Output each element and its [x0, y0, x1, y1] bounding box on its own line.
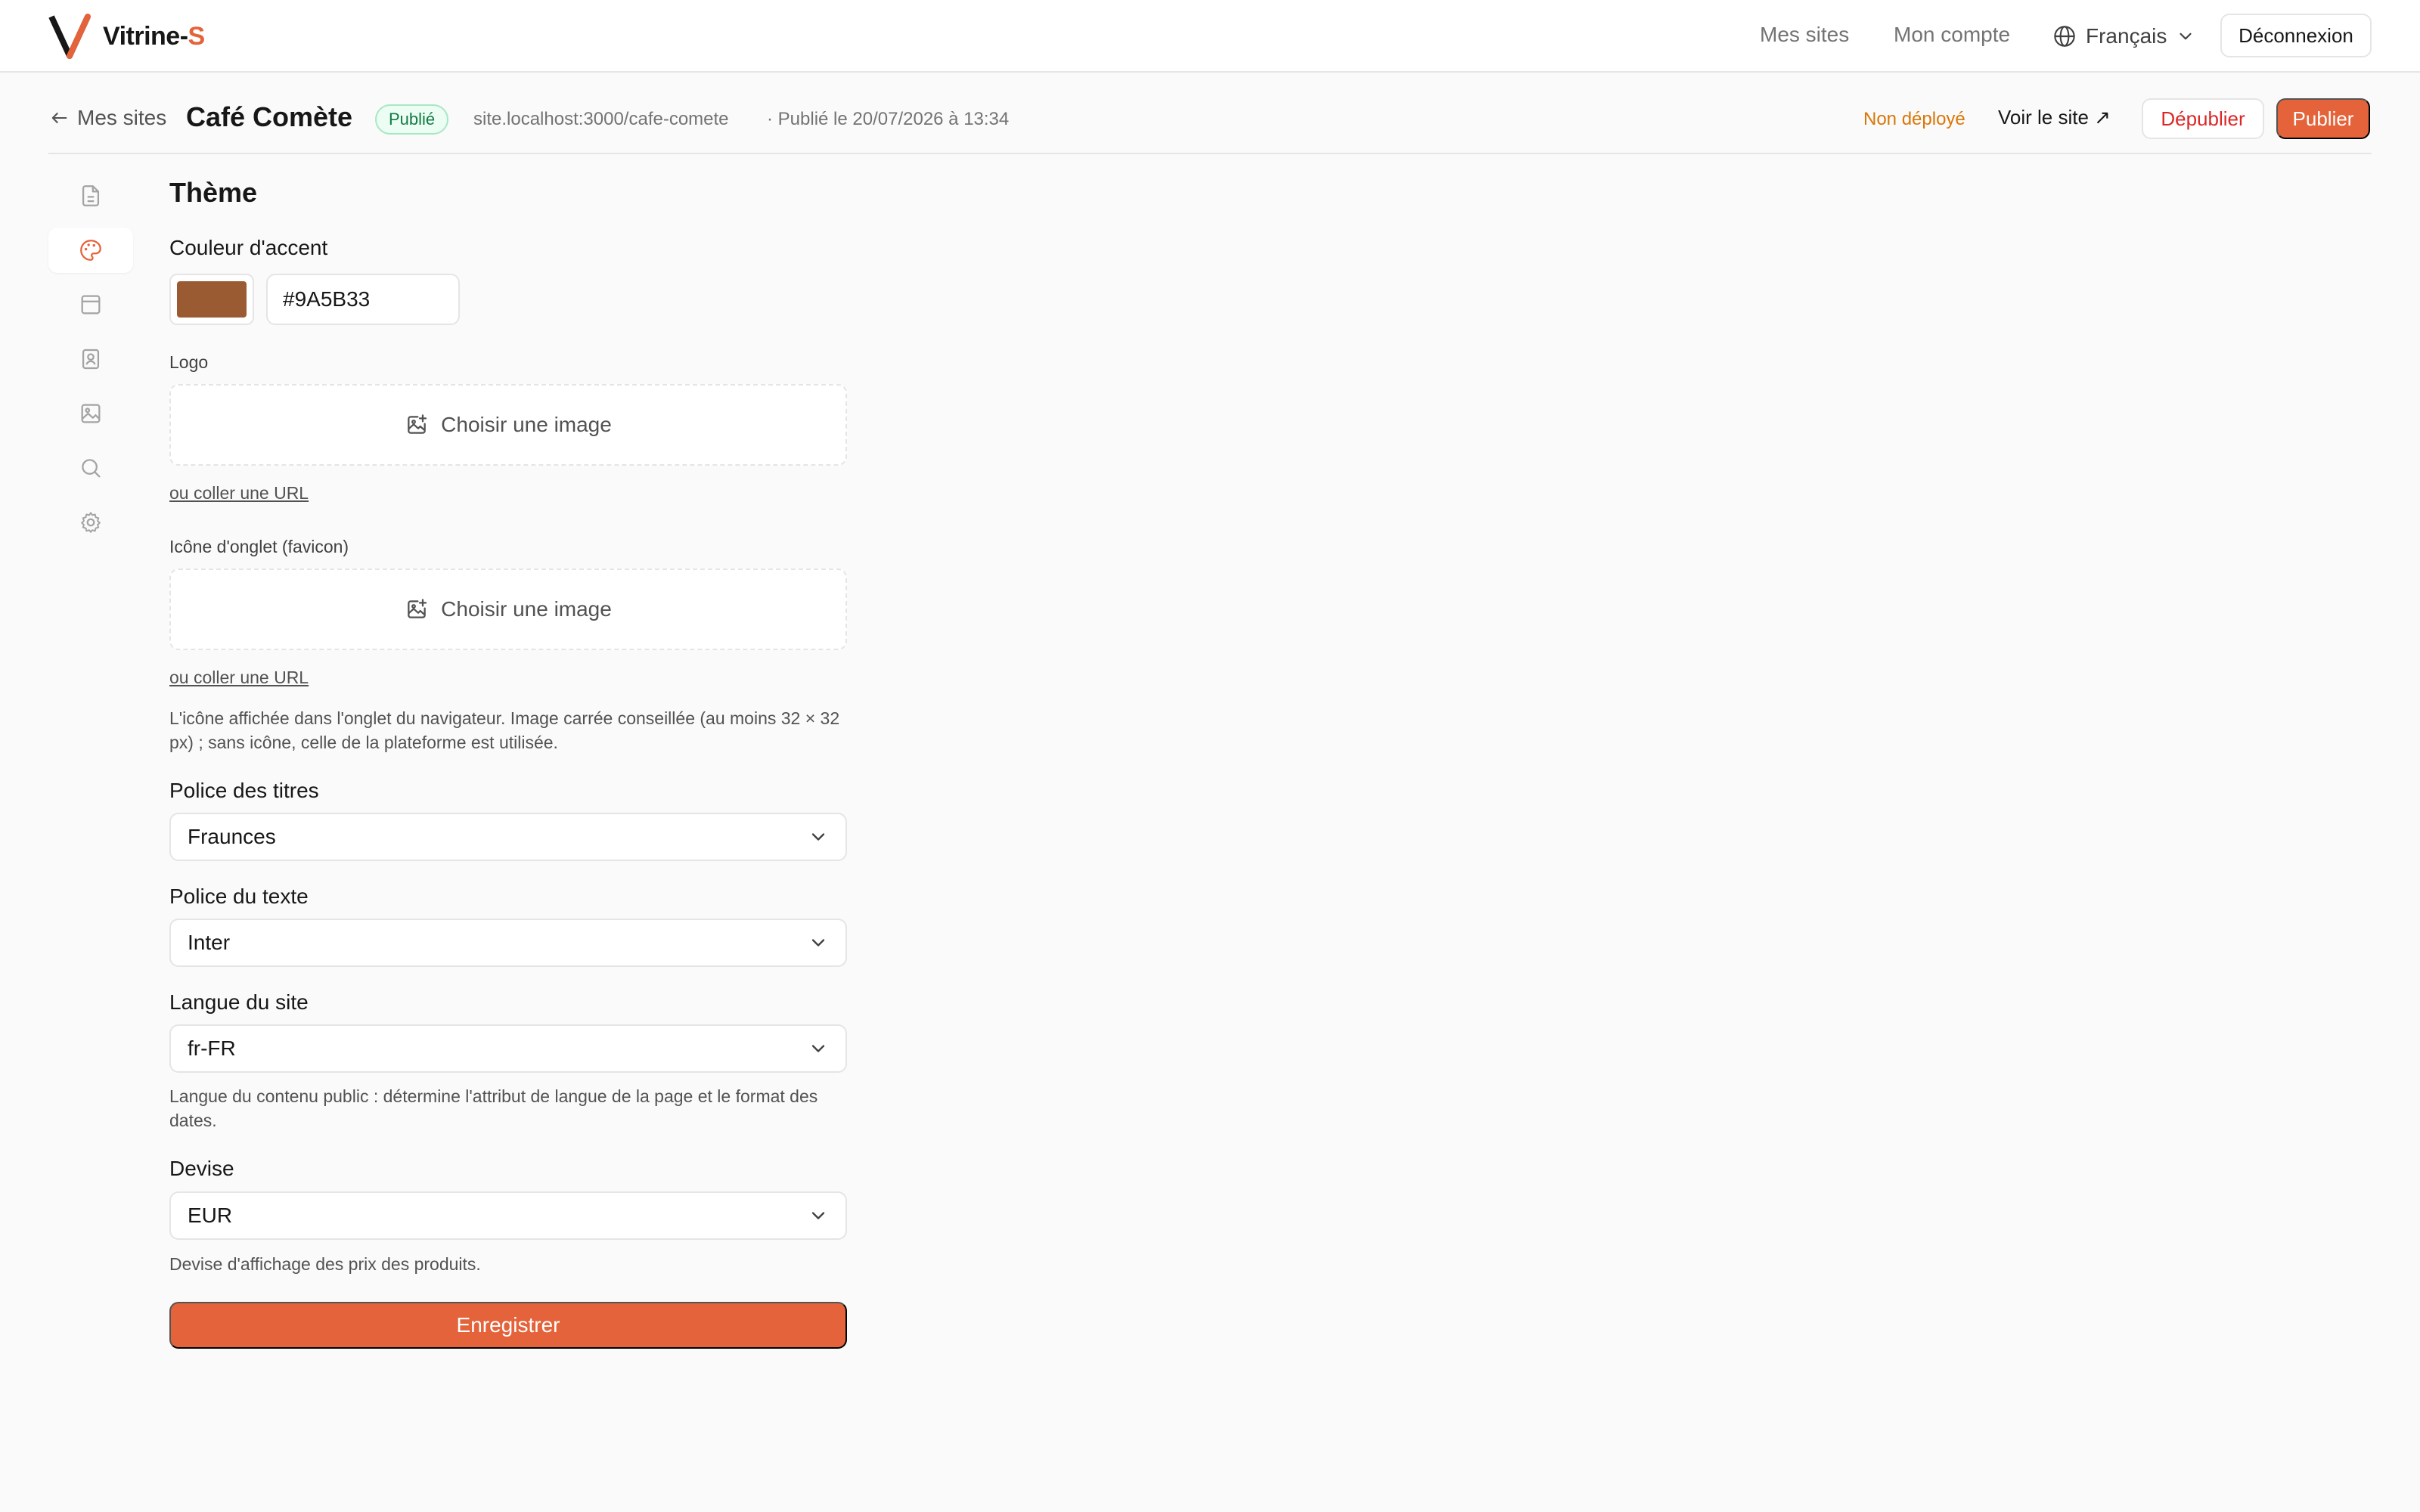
logout-button[interactable]: Déconnexion — [2220, 14, 2372, 57]
currency-label: Devise — [169, 1157, 234, 1180]
site-language-help-text: Langue du contenu public : détermine l'a… — [169, 1086, 818, 1130]
globe-icon — [2054, 26, 2075, 47]
vitrine-logo-icon — [48, 14, 91, 59]
heading-font-value: Fraunces — [188, 825, 276, 848]
chevron-down-icon — [811, 1045, 825, 1052]
palette-icon — [80, 240, 101, 261]
chevron-down-icon — [811, 833, 825, 841]
search-icon — [82, 459, 101, 478]
site-language-label: Langue du site — [169, 990, 309, 1014]
status-badge: Publié — [375, 104, 449, 135]
chevron-down-icon — [2180, 33, 2192, 40]
image-plus-icon — [408, 414, 427, 434]
favicon-label: Icône d'onglet (favicon) — [169, 537, 349, 556]
accent-color-preview — [177, 281, 247, 318]
nav-my-sites-link[interactable]: Mes sites — [1760, 23, 1849, 47]
rail-item-theme[interactable] — [48, 228, 133, 273]
favicon-upload-dropzone[interactable]: Choisir une image — [169, 569, 847, 650]
brand-name: Vitrine-S — [103, 22, 205, 51]
contact-card-icon — [82, 349, 100, 370]
rail-item-media[interactable] — [48, 391, 133, 436]
unpublish-button[interactable]: Dépublier — [2142, 98, 2264, 139]
currency-select[interactable]: EUR — [169, 1191, 847, 1240]
site-language-select[interactable]: fr-FR — [169, 1024, 847, 1073]
save-button[interactable]: Enregistrer — [169, 1302, 847, 1349]
rail-item-contact[interactable] — [48, 336, 133, 382]
body-font-label: Police du texte — [169, 885, 309, 908]
rail-item-seo[interactable] — [48, 445, 133, 491]
heading-font-select[interactable]: Fraunces — [169, 813, 847, 861]
currency-value: EUR — [188, 1204, 233, 1227]
logo-choose-image-label: Choisir une image — [441, 413, 612, 436]
language-selector-label: Français — [2086, 24, 2167, 48]
header-divider — [48, 153, 2372, 154]
accent-color-hex-input[interactable] — [266, 274, 460, 325]
accent-color-swatch[interactable] — [169, 274, 254, 325]
layout-icon — [81, 295, 101, 314]
site-url: site.localhost:3000/cafe-comete — [473, 109, 729, 129]
top-navigation-bar: Vitrine-S Mes sites Mon compte Français … — [0, 0, 2420, 73]
currency-help-text: Devise d'affichage des prix des produits… — [169, 1254, 481, 1274]
nav-my-account-link[interactable]: Mon compte — [1894, 23, 2010, 47]
body-font-value: Inter — [188, 931, 231, 954]
favicon-choose-image-label: Choisir une image — [441, 597, 612, 621]
rail-item-settings[interactable] — [48, 500, 133, 545]
rail-item-content[interactable] — [48, 173, 133, 218]
logo-paste-url-link[interactable]: ou coller une URL — [169, 483, 309, 503]
image-icon — [81, 404, 101, 423]
language-selector[interactable]: Français — [2052, 20, 2195, 53]
chevron-down-icon — [811, 939, 825, 947]
logo-label: Logo — [169, 352, 209, 372]
brand-name-main: Vitrine- — [103, 21, 188, 51]
body-font-select[interactable]: Inter — [169, 919, 847, 967]
site-title: Café Comète — [186, 101, 353, 132]
favicon-paste-url-link[interactable]: ou coller une URL — [169, 668, 309, 688]
file-text-icon — [82, 185, 100, 206]
section-title: Thème — [169, 177, 258, 208]
back-link-label: Mes sites — [77, 106, 167, 129]
site-language-value: fr-FR — [188, 1036, 236, 1060]
gear-icon — [81, 512, 101, 533]
arrow-left-icon — [51, 113, 67, 123]
published-date: · Publié le 20/07/2026 à 13:34 — [767, 109, 1010, 129]
logo-upload-dropzone[interactable]: Choisir une image — [169, 384, 847, 466]
favicon-help-text: L'icône affichée dans l'onglet du naviga… — [169, 708, 840, 752]
image-plus-icon — [408, 599, 427, 618]
deploy-status: Non déployé — [1863, 109, 1965, 129]
accent-color-label: Couleur d'accent — [169, 236, 328, 259]
brand-name-accent: S — [188, 21, 206, 51]
view-site-link[interactable]: Voir le site ↗ — [1998, 106, 2111, 129]
brand-logo[interactable]: Vitrine-S — [48, 14, 205, 59]
rail-item-layout[interactable] — [48, 282, 133, 327]
back-to-sites-link[interactable]: Mes sites — [48, 106, 166, 130]
chevron-down-icon — [811, 1212, 825, 1219]
publish-button[interactable]: Publier — [2276, 98, 2370, 139]
heading-font-label: Police des titres — [169, 779, 319, 802]
